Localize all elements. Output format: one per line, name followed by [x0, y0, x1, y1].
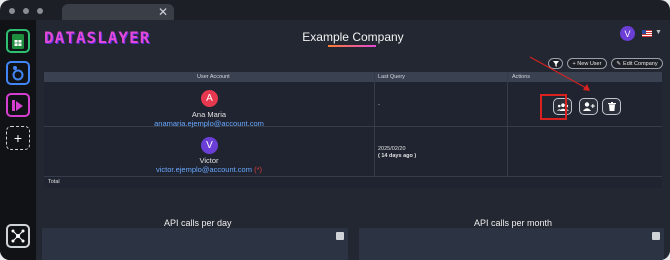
user-avatar[interactable]: V [620, 26, 635, 41]
row-user-email[interactable]: victor.ejemplo@account.com (*) [44, 165, 374, 174]
minimize-window-dot[interactable] [23, 8, 29, 14]
row-last-query-ago: ( 14 days ago ) [378, 153, 417, 159]
column-divider [507, 72, 508, 176]
user-plus-icon [582, 102, 595, 111]
row-last-query: 2025/02/20 [378, 146, 406, 152]
edit-company-label: Edit Company [623, 60, 658, 67]
company-title-underline [328, 45, 376, 47]
google-sheets-icon [12, 33, 24, 49]
browser-tab[interactable]: ✕ [62, 4, 174, 20]
edit-icon: ✎ [616, 60, 622, 67]
sidebar-item-hub[interactable] [6, 224, 30, 248]
chart-title-day: API calls per day [164, 218, 232, 228]
trash-icon [607, 102, 616, 111]
looker-studio-icon [12, 66, 24, 81]
main-content: DATASLAYER Example Company V ▼ + New Use… [36, 20, 670, 260]
chevron-down-icon[interactable]: ▼ [655, 29, 662, 36]
row-user-email-text[interactable]: anamaria.ejemplo@account.com [154, 119, 264, 128]
row-divider [44, 176, 662, 177]
row-user-email[interactable]: anamaria.ejemplo@account.com [44, 119, 374, 128]
tab-close-icon[interactable]: ✕ [158, 5, 168, 19]
delete-button[interactable] [602, 98, 621, 115]
window-controls [9, 8, 43, 14]
chart-menu-icon[interactable] [336, 232, 344, 240]
required-marker: (*) [254, 165, 262, 174]
close-window-dot[interactable] [9, 8, 15, 14]
sidebar-item-sheets[interactable] [6, 29, 30, 53]
sidebar-item-add[interactable]: + [6, 126, 30, 150]
app-window: ✕ + DATASLAYER Example Company V ▼ + New… [0, 0, 670, 260]
row-user-email-text[interactable]: victor.ejemplo@account.com [156, 165, 252, 174]
row-avatar: V [201, 137, 218, 154]
chart-card-day [42, 228, 348, 260]
network-hub-icon [11, 229, 25, 243]
edit-company-button[interactable]: ✎ Edit Company [611, 58, 663, 69]
annotation-arrow-icon [529, 56, 590, 91]
header-last-query: Last Query [378, 74, 405, 80]
annotation-highlight-box [540, 94, 567, 120]
sidebar: + [0, 20, 36, 260]
plus-icon: + [13, 130, 23, 146]
total-label: Total [48, 179, 60, 185]
maximize-window-dot[interactable] [37, 8, 43, 14]
row-last-query: - [378, 102, 380, 108]
sidebar-item-looker[interactable] [6, 61, 30, 85]
us-flag-icon[interactable] [642, 30, 652, 37]
assign-user-button[interactable] [579, 98, 598, 115]
row-user-name: Victor [199, 156, 219, 165]
power-bi-icon [12, 100, 23, 111]
row-avatar: A [201, 90, 218, 107]
header-user-account: User Account [197, 74, 230, 80]
chart-title-month: API calls per month [474, 218, 553, 228]
column-divider [374, 72, 375, 176]
row-user-name: Ana Maria [191, 110, 227, 119]
chart-menu-icon[interactable] [652, 232, 660, 240]
chart-card-month [359, 228, 664, 260]
sidebar-item-powerbi[interactable] [6, 93, 30, 117]
company-title: Example Company [302, 30, 404, 44]
